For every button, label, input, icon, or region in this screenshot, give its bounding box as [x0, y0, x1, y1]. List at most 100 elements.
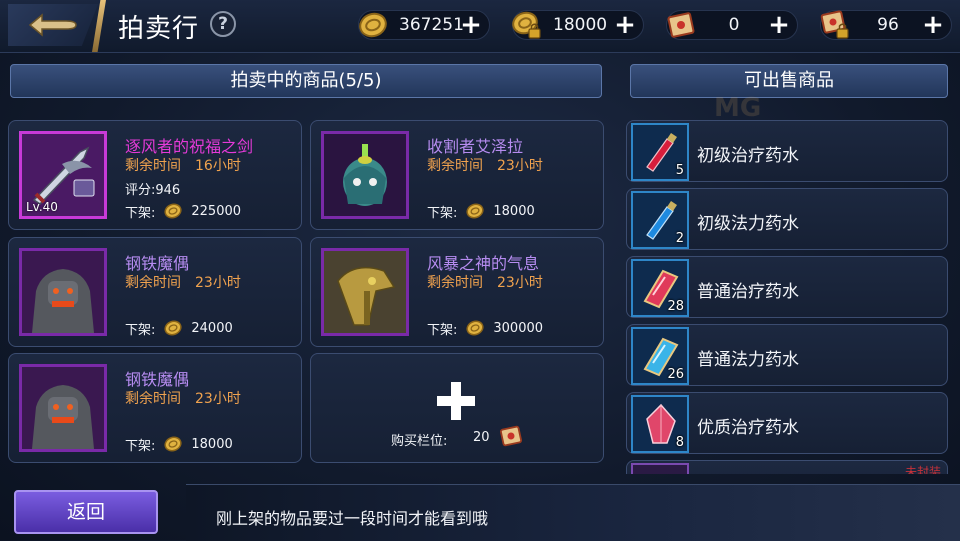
sellable-item[interactable]: 2 初级法力药水 [626, 188, 948, 250]
sellable-item-name: 初级治疗药水 [697, 146, 799, 166]
gold-coin-icon [359, 12, 387, 38]
tip-text: 刚上架的物品要过一段时间才能看到哦 [216, 509, 489, 528]
locked-scroll-value: 96 [877, 15, 899, 35]
price-label: 下架: [125, 322, 156, 338]
gold-coin-icon [466, 320, 484, 336]
price-row: 下架: 225000 [125, 201, 241, 221]
buy-slot-card[interactable]: 购买栏位: 20 [310, 353, 604, 463]
locked-coin-value: 18000 [553, 15, 608, 35]
top-bar: 拍卖行 ? 367251 + 18000 + 0 + 96 + [0, 0, 960, 53]
add-locked-coin-button[interactable]: + [613, 12, 637, 38]
price-label: 下架: [125, 205, 156, 221]
auction-heading: 拍卖中的商品(5/5) [10, 64, 602, 98]
red-potion-icon: 5 [631, 123, 689, 181]
auction-item-card[interactable]: 钢铁魔偶 剩余时间 23小时 下架: 24000 [8, 237, 302, 347]
item-name: 风暴之神的气息 [427, 254, 540, 273]
auction-item-card[interactable]: 风暴之神的气息 剩余时间 23小时 下架: 300000 [310, 237, 604, 347]
sellable-list[interactable]: 5 初级治疗药水 2 初级法力药水 28 普通治疗药水 26 普通法力药水 8 … [626, 118, 948, 474]
gold-coin-counter: 367251 + [358, 10, 490, 40]
item-name: 逐风者的祝福之剑 [125, 137, 254, 156]
item-name: 收割者艾泽拉 [427, 137, 524, 156]
price-value: 18000 [191, 436, 233, 452]
time-label: 剩余时间 [125, 275, 181, 291]
remaining-time: 剩余时间 23小时 [125, 388, 241, 408]
remaining-time: 剩余时间 23小时 [427, 155, 543, 175]
scroll-ticket-counter: 0 + [666, 10, 798, 40]
iron-golem-icon [19, 248, 107, 336]
locked-coin-icon [512, 11, 541, 39]
locked-scroll-icon [820, 10, 849, 39]
price-row: 下架: 18000 [427, 201, 535, 221]
item-count: 8 [675, 435, 684, 450]
time-value: 23小时 [195, 275, 241, 291]
sellable-item[interactable]: 28 普通治疗药水 [626, 256, 948, 318]
sellable-heading: 可出售商品 [630, 64, 948, 98]
unsealed-tag: 未封装 [904, 465, 941, 474]
sellable-item-name: 初级法力药水 [697, 214, 799, 234]
gold-coin-icon [164, 436, 182, 452]
locked-scroll-counter: 96 + [820, 10, 952, 40]
red-crystal-potion-icon: 28 [631, 259, 689, 317]
back-arrow-icon[interactable] [8, 4, 98, 46]
tip-bar: 刚上架的物品要过一段时间才能看到哦 [186, 484, 960, 541]
reaper-pet-icon [321, 131, 409, 219]
back-button[interactable]: 返回 [14, 490, 158, 534]
sellable-item[interactable]: 26 普通法力药水 [626, 324, 948, 386]
partial-item-icon [631, 463, 689, 474]
price-value: 18000 [493, 203, 535, 219]
storm-helmet-icon [321, 248, 409, 336]
add-locked-scroll-button[interactable]: + [921, 12, 945, 38]
time-value: 23小时 [195, 391, 241, 407]
sellable-item[interactable]: 8 优质治疗药水 [626, 392, 948, 454]
item-count: 28 [667, 299, 684, 314]
price-label: 下架: [427, 322, 458, 338]
locked-coin-counter: 18000 + [512, 10, 644, 40]
scroll-ticket-value: 0 [728, 15, 740, 35]
scroll-ticket-icon [667, 12, 695, 38]
gold-coin-icon [466, 203, 484, 219]
buy-slot-count: 20 [473, 430, 490, 445]
price-label: 下架: [125, 438, 156, 454]
add-gold-button[interactable]: + [459, 12, 483, 38]
sellable-item[interactable]: 未封装 [626, 460, 948, 474]
remaining-time: 剩余时间 16小时 [125, 155, 241, 175]
price-value: 24000 [191, 320, 233, 336]
sellable-item-name: 普通法力药水 [697, 350, 799, 370]
remaining-time: 剩余时间 23小时 [125, 272, 241, 292]
help-icon[interactable]: ? [210, 11, 236, 37]
page-title: 拍卖行 [118, 14, 200, 44]
item-count: 2 [675, 231, 684, 246]
price-value: 300000 [493, 320, 544, 336]
time-value: 16小时 [195, 158, 241, 174]
time-value: 23小时 [497, 275, 543, 291]
blue-crystal-potion-icon: 26 [631, 327, 689, 385]
add-scroll-button[interactable]: + [767, 12, 791, 38]
auction-item-card[interactable]: 钢铁魔偶 剩余时间 23小时 下架: 18000 [8, 353, 302, 463]
blue-potion-icon: 2 [631, 191, 689, 249]
gold-coin-icon [164, 320, 182, 336]
plus-icon [437, 382, 475, 420]
time-label: 剩余时间 [427, 158, 483, 174]
auction-item-card[interactable]: Lv.40 逐风者的祝福之剑 剩余时间 16小时 评分:946 下架: 22500… [8, 120, 302, 230]
iron-golem-icon [19, 364, 107, 452]
item-count: 5 [675, 163, 684, 178]
remaining-time: 剩余时间 23小时 [427, 272, 543, 292]
sellable-item[interactable]: 5 初级治疗药水 [626, 120, 948, 182]
sword-icon: Lv.40 [19, 131, 107, 219]
time-label: 剩余时间 [125, 158, 181, 174]
scroll-ticket-icon [500, 425, 522, 447]
sellable-item-name: 优质治疗药水 [697, 418, 799, 438]
red-gem-potion-icon: 8 [631, 395, 689, 453]
gold-coin-value: 367251 [399, 15, 464, 35]
item-level: Lv.40 [26, 200, 58, 214]
price-label: 下架: [427, 205, 458, 221]
price-row: 下架: 24000 [125, 318, 233, 338]
time-value: 23小时 [497, 158, 543, 174]
sellable-item-name: 普通治疗药水 [697, 282, 799, 302]
buy-slot-label: 购买栏位: [391, 434, 448, 449]
item-count: 26 [667, 367, 684, 382]
gold-coin-icon [164, 203, 182, 219]
item-name: 钢铁魔偶 [125, 254, 190, 273]
price-row: 下架: 300000 [427, 318, 543, 338]
auction-item-card[interactable]: 收割者艾泽拉 剩余时间 23小时 下架: 18000 [310, 120, 604, 230]
